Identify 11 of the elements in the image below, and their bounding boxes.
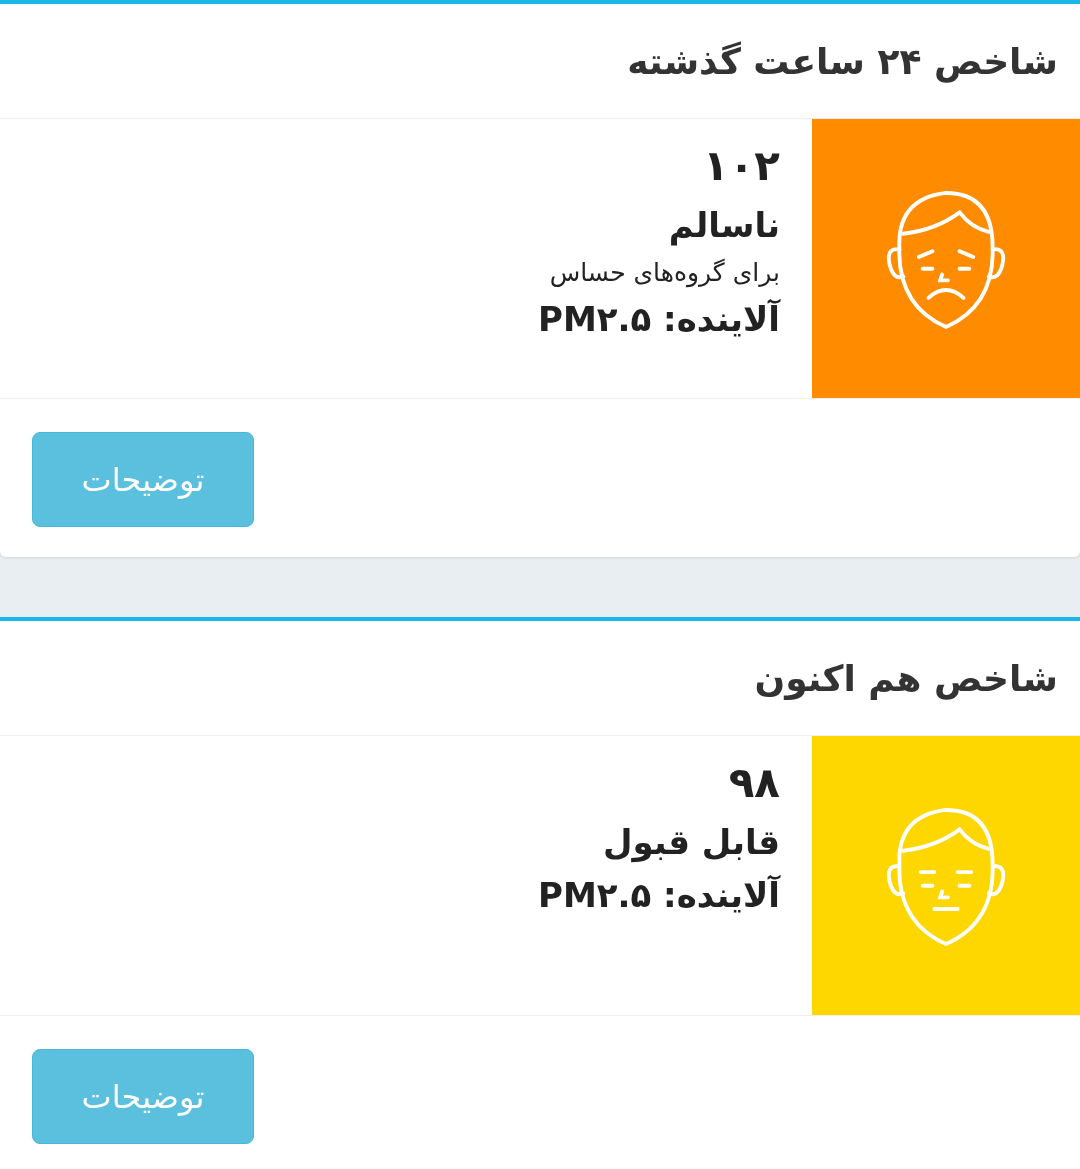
status-label: قابل قبول [603, 820, 780, 865]
status-note: برای گروه‌های حساس [549, 257, 780, 290]
status-label: ناسالم [668, 203, 780, 248]
card-title: شاخص هم اکنون [754, 657, 1058, 699]
pollutant-label: آلاینده: PM۲.۵ [538, 298, 780, 342]
details-button[interactable]: توضیحات [32, 432, 254, 527]
index-value: ۹۸ [728, 757, 780, 809]
index-value: ۱۰۲ [703, 140, 780, 192]
details-button[interactable]: توضیحات [32, 1049, 254, 1144]
pollutant-label: آلاینده: PM۲.۵ [538, 874, 780, 918]
card-title: شاخص ۲۴ ساعت گذشته [627, 40, 1058, 82]
